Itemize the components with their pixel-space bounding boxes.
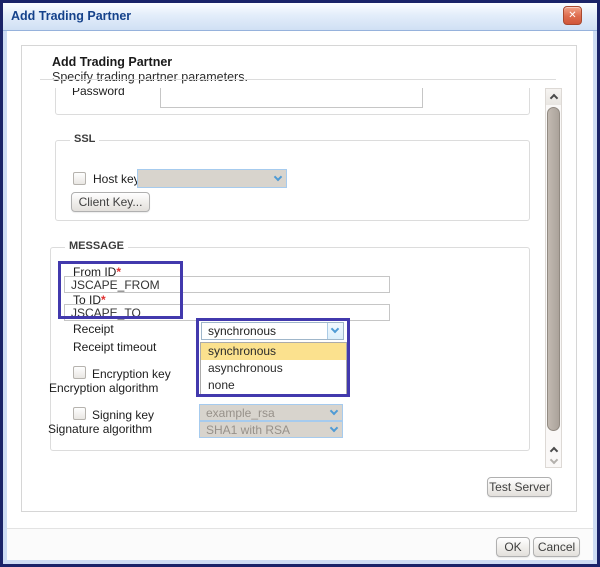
receipt-select[interactable]: synchronous bbox=[201, 322, 344, 340]
signing-key-value: example_rsa bbox=[206, 405, 324, 422]
close-icon[interactable]: ✕ bbox=[563, 6, 582, 25]
dialog-body: Add Trading Partner Specify trading part… bbox=[7, 31, 593, 560]
host-key-select[interactable] bbox=[137, 169, 287, 188]
option-synchronous[interactable]: synchronous bbox=[201, 343, 346, 360]
ok-button[interactable]: OK bbox=[496, 537, 530, 557]
signing-key-select[interactable]: example_rsa bbox=[199, 404, 343, 421]
receipt-trigger[interactable] bbox=[327, 323, 343, 339]
chevron-down-icon bbox=[549, 456, 557, 464]
from-id-input[interactable] bbox=[64, 276, 390, 293]
chevron-down-icon bbox=[330, 406, 338, 414]
add-trading-partner-dialog: Add Trading Partner ✕ Add Trading Partne… bbox=[0, 0, 600, 567]
scroll-down-button[interactable] bbox=[546, 456, 561, 467]
chevron-up-icon bbox=[549, 94, 557, 102]
option-none[interactable]: none bbox=[201, 377, 346, 394]
host-key-trigger[interactable] bbox=[270, 170, 286, 187]
form-scroll-area: Password SSL Host key Client Key... MESS… bbox=[36, 88, 532, 470]
ssl-legend: SSL bbox=[70, 133, 99, 145]
header-divider bbox=[40, 79, 556, 80]
footer-bar: OK Cancel bbox=[7, 528, 593, 560]
wizard-subtitle: Specify trading partner parameters. bbox=[52, 70, 248, 85]
signing-key-checkbox[interactable] bbox=[73, 407, 86, 420]
title-bar: Add Trading Partner ✕ bbox=[3, 3, 597, 31]
receipt-options-popup: synchronous asynchronous none bbox=[200, 342, 347, 395]
chevron-down-icon bbox=[331, 325, 339, 333]
wizard-title: Add Trading Partner bbox=[52, 55, 248, 70]
client-key-button[interactable]: Client Key... bbox=[71, 192, 150, 212]
host-key-label: Host key bbox=[93, 172, 140, 186]
host-key-checkbox[interactable] bbox=[73, 172, 86, 185]
scroll-up-button[interactable] bbox=[546, 89, 561, 105]
window-title: Add Trading Partner bbox=[11, 9, 131, 23]
chevron-down-icon bbox=[274, 172, 282, 180]
option-asynchronous[interactable]: asynchronous bbox=[201, 360, 346, 377]
signature-algorithm-label: Signature algorithm bbox=[48, 422, 152, 436]
signing-key-label: Signing key bbox=[92, 408, 154, 422]
test-server-button[interactable]: Test Server bbox=[487, 477, 552, 497]
signature-algorithm-trigger[interactable] bbox=[326, 422, 342, 437]
password-label: Password bbox=[72, 88, 125, 98]
password-input[interactable] bbox=[160, 88, 423, 108]
encryption-key-checkbox[interactable] bbox=[73, 366, 86, 379]
wizard-header: Add Trading Partner Specify trading part… bbox=[52, 55, 248, 85]
encryption-key-label: Encryption key bbox=[92, 367, 171, 381]
receipt-label: Receipt bbox=[73, 322, 114, 336]
receipt-value: synchronous bbox=[208, 323, 325, 340]
signing-key-trigger[interactable] bbox=[326, 405, 342, 420]
encryption-algorithm-label: Encryption algorithm bbox=[49, 381, 158, 395]
vertical-scrollbar[interactable] bbox=[545, 88, 562, 468]
wizard-panel: Add Trading Partner Specify trading part… bbox=[21, 45, 577, 512]
receipt-timeout-label: Receipt timeout bbox=[73, 340, 156, 354]
to-id-input[interactable] bbox=[64, 304, 390, 321]
signature-algorithm-value: SHA1 with RSA bbox=[206, 422, 324, 439]
cancel-button[interactable]: Cancel bbox=[533, 537, 580, 557]
chevron-up-icon bbox=[549, 447, 557, 455]
scrollbar-thumb[interactable] bbox=[547, 107, 560, 431]
message-legend: MESSAGE bbox=[65, 240, 128, 252]
chevron-down-icon bbox=[330, 423, 338, 431]
signature-algorithm-select[interactable]: SHA1 with RSA bbox=[199, 421, 343, 438]
